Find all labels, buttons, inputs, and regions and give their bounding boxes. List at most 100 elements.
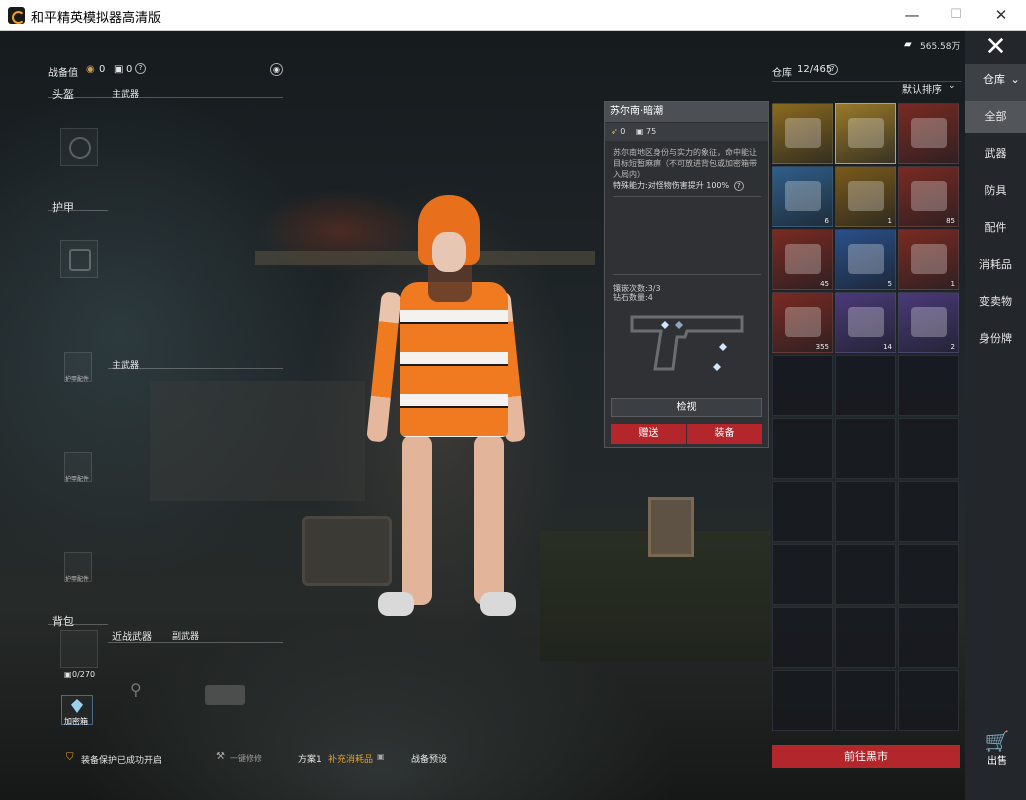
primary-weapon-label: 主武器 xyxy=(112,90,140,100)
safebox-label: 加密箱 xyxy=(64,717,88,726)
background-desk xyxy=(150,381,365,501)
category-tab[interactable]: 身份牌 xyxy=(965,323,1026,355)
inventory-empty-slot[interactable] xyxy=(898,481,959,542)
armor-part-slot-3[interactable]: 护甲配件 xyxy=(64,552,92,583)
inventory-item[interactable]: 355 xyxy=(772,292,833,353)
title-bar: 和平精英模拟器高清版 — ☐ ✕ xyxy=(0,0,1026,31)
melee-weapon-label: 近战武器 xyxy=(112,632,152,643)
category-tab[interactable]: 防具 xyxy=(965,175,1026,207)
backpack-slot[interactable] xyxy=(60,630,98,668)
safebox-gem-icon xyxy=(71,699,83,713)
silver-case-icon xyxy=(785,181,821,211)
character-outfit[interactable] xyxy=(400,282,508,437)
close-window-button[interactable]: ✕ xyxy=(986,4,1016,26)
category-tab[interactable]: 消耗品 xyxy=(965,249,1026,281)
inventory-item[interactable] xyxy=(772,103,833,164)
sort-dropdown[interactable]: 默认排序 xyxy=(902,81,942,96)
inventory-item[interactable]: 45 xyxy=(772,229,833,290)
repair-icon[interactable]: ⚒ xyxy=(216,751,225,762)
window-title: 和平精英模拟器高清版 xyxy=(31,11,162,26)
character-right-leg xyxy=(474,435,504,605)
help-icon[interactable]: ? xyxy=(135,63,146,74)
inventory-empty-slot[interactable] xyxy=(898,670,959,731)
inspect-button[interactable]: 检视 xyxy=(611,398,762,417)
backpack-capacity: 0/270 xyxy=(72,670,96,679)
item-quantity: 355 xyxy=(815,343,829,351)
armor-part-slot-2[interactable]: 护甲配件 xyxy=(64,452,92,483)
category-tab[interactable]: 变卖物 xyxy=(965,286,1026,318)
ability-value: 100% xyxy=(706,181,730,190)
gift-button[interactable]: 赠送 xyxy=(611,424,686,444)
blue-ticket-icon xyxy=(848,244,884,274)
inventory-empty-slot[interactable] xyxy=(772,544,833,605)
category-tab[interactable]: 配件 xyxy=(965,212,1026,244)
inventory-empty-slot[interactable] xyxy=(898,607,959,668)
armor-part-slot-1[interactable]: 护甲配件 xyxy=(64,352,92,383)
bird-dome-icon xyxy=(785,307,821,337)
detail-divider-2 xyxy=(613,274,761,275)
power-value-2: 0 xyxy=(126,64,133,75)
sell-button[interactable]: 🛒 出售 xyxy=(983,730,1011,767)
inventory-help-icon[interactable]: ? xyxy=(827,64,838,75)
inventory-item[interactable] xyxy=(835,103,896,164)
green-card-icon xyxy=(848,307,884,337)
inventory-empty-slot[interactable] xyxy=(835,418,896,479)
inventory-empty-slot[interactable] xyxy=(898,418,959,479)
preset-button[interactable]: 战备预设 xyxy=(411,752,447,765)
inventory-empty-slot[interactable] xyxy=(835,544,896,605)
inventory-item[interactable]: 1 xyxy=(898,229,959,290)
item-quantity: 1 xyxy=(950,280,955,288)
weight-icon: ▣ xyxy=(635,127,644,136)
armor-slot[interactable] xyxy=(60,240,98,278)
category-tab[interactable]: 武器 xyxy=(965,138,1026,170)
chevron-down-icon[interactable]: ⌄ xyxy=(948,81,956,91)
plan-label[interactable]: 方案1 xyxy=(298,752,322,765)
repo-tab-label: 仓库 xyxy=(983,73,1005,86)
close-icon[interactable]: ✕ xyxy=(965,31,1026,63)
inventory-item[interactable]: 5 xyxy=(835,229,896,290)
minimize-button[interactable]: — xyxy=(897,4,927,26)
inventory-empty-slot[interactable] xyxy=(835,670,896,731)
helmet-slot[interactable] xyxy=(60,128,98,166)
one-click-repair[interactable]: 一键修修 xyxy=(230,753,262,764)
inventory-item[interactable] xyxy=(898,103,959,164)
blackmarket-button[interactable]: 前往黑市 xyxy=(772,745,960,768)
pistol-slot-icon[interactable] xyxy=(205,685,245,705)
inventory-empty-slot[interactable] xyxy=(898,355,959,416)
inventory-empty-slot[interactable] xyxy=(772,418,833,479)
category-tab[interactable]: 全部 xyxy=(965,101,1026,133)
inventory-empty-slot[interactable] xyxy=(898,544,959,605)
plan-tag-icon: ▣ xyxy=(377,752,385,761)
inventory-empty-slot[interactable] xyxy=(772,355,833,416)
inventory-item[interactable]: 1 xyxy=(835,166,896,227)
view-eye-icon[interactable]: ◉ xyxy=(270,63,283,76)
helmet-icon xyxy=(69,137,91,159)
character-left-shoe xyxy=(378,592,414,616)
backpack-label: 背包 xyxy=(52,615,74,628)
item-stats: ➶ 0 ▣ 75 xyxy=(605,123,768,141)
detail-divider-1 xyxy=(613,196,761,197)
shield-icon: ⛉ xyxy=(66,752,74,763)
ability-help-icon[interactable]: ? xyxy=(733,181,744,191)
item-quantity: 45 xyxy=(820,280,829,288)
inventory-empty-slot[interactable] xyxy=(772,481,833,542)
inventory-empty-slot[interactable] xyxy=(772,670,833,731)
purple-saber-icon xyxy=(785,118,821,148)
inventory-empty-slot[interactable] xyxy=(772,607,833,668)
gold-pistol-icon xyxy=(848,118,884,148)
armor-icon xyxy=(69,249,91,271)
inventory-empty-slot[interactable] xyxy=(835,607,896,668)
equip-button[interactable]: 装备 xyxy=(687,424,762,444)
safebox-slot[interactable]: 加密箱 xyxy=(61,695,93,726)
inventory-empty-slot[interactable] xyxy=(835,355,896,416)
inventory-item[interactable]: 14 xyxy=(835,292,896,353)
inventory-item[interactable]: 6 xyxy=(772,166,833,227)
melee-slot-icon[interactable]: ⚲ xyxy=(130,680,142,699)
inventory-item[interactable]: 2 xyxy=(898,292,959,353)
maximize-button[interactable]: ☐ xyxy=(941,4,971,26)
inventory-item[interactable]: 85 xyxy=(898,166,959,227)
books-icon xyxy=(911,181,947,211)
item-stat-2: 75 xyxy=(646,127,657,136)
plan-value[interactable]: 补充消耗品 xyxy=(328,752,373,765)
inventory-empty-slot[interactable] xyxy=(835,481,896,542)
